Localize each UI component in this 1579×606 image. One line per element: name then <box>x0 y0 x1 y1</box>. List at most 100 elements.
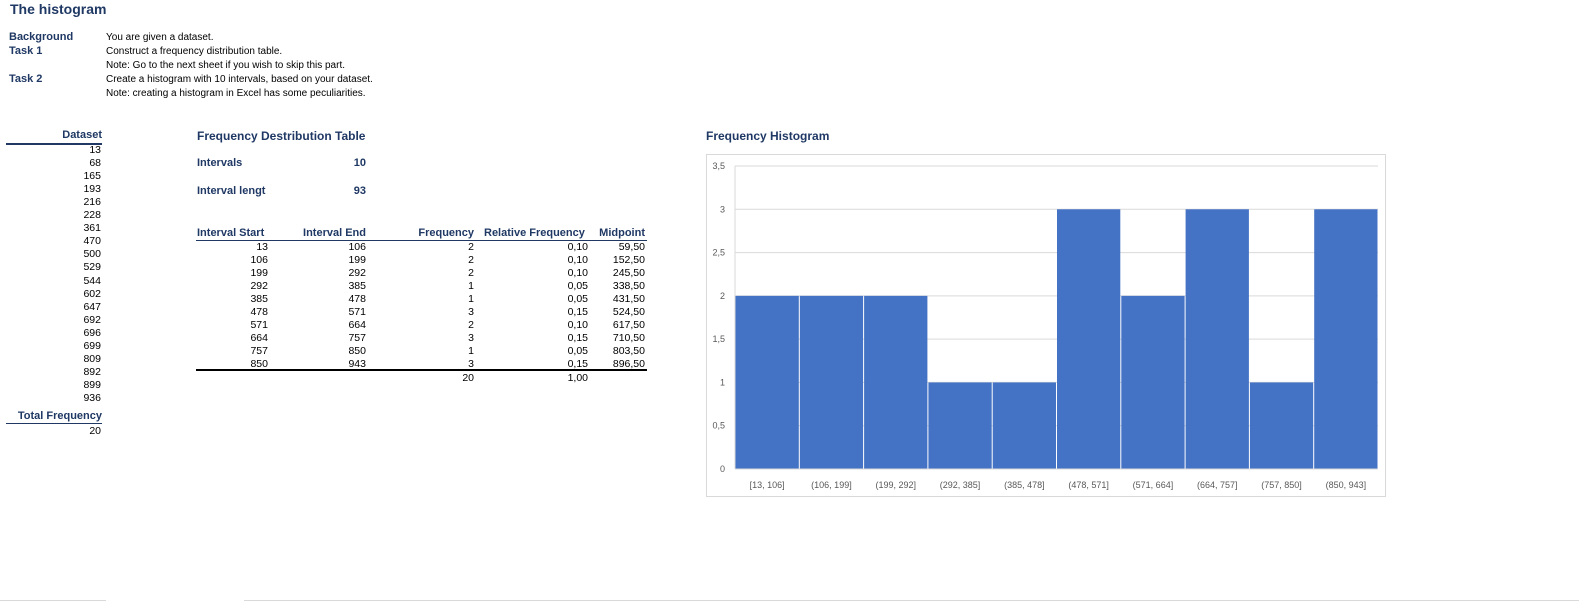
dataset-value: 13 <box>89 144 101 156</box>
x-tick-label: (385, 478] <box>1004 480 1045 490</box>
cell-relative-frequency: 0,05 <box>567 293 588 305</box>
histogram-bar[interactable] <box>928 382 992 469</box>
col-header-frequency: Frequency <box>418 227 474 239</box>
cell-relative-frequency: 0,15 <box>567 306 588 318</box>
histogram-bar[interactable] <box>1314 209 1378 469</box>
y-tick-label: 1,5 <box>712 334 725 344</box>
dataset-value: 602 <box>83 287 101 300</box>
cell-interval-start: 757 <box>250 345 268 357</box>
dataset-value: 544 <box>83 274 101 287</box>
histogram-bar[interactable] <box>992 382 1056 469</box>
cell-relative-frequency: 0,05 <box>567 345 588 357</box>
histogram-bar[interactable] <box>1249 382 1314 469</box>
cell-midpoint: 338,50 <box>612 280 645 292</box>
dataset-value: 470 <box>83 235 101 248</box>
cell-relative-frequency: 0,10 <box>567 254 588 266</box>
x-tick-label: (757, 850] <box>1261 480 1302 490</box>
cell-relative-frequency: 0,10 <box>567 241 588 253</box>
cell-frequency: 2 <box>468 241 474 253</box>
y-tick-label: 0,5 <box>712 421 725 431</box>
cell-interval-start: 199 <box>250 267 268 279</box>
histogram-bar[interactable] <box>1057 209 1121 469</box>
cell-interval-end: 571 <box>348 306 366 318</box>
cell-midpoint: 431,50 <box>612 293 645 305</box>
cell-interval-end: 850 <box>348 345 366 357</box>
freq-total-relative: 1,00 <box>567 372 588 384</box>
cell-relative-frequency: 0,05 <box>567 280 588 292</box>
y-tick-label: 2,5 <box>712 248 725 258</box>
task2-note: Note: creating a histogram in Excel has … <box>106 88 366 99</box>
cell-interval-end: 385 <box>348 280 366 292</box>
dataset-value: 68 <box>89 157 101 170</box>
x-tick-label: [13, 106] <box>750 480 785 490</box>
col-header-interval-end: Interval End <box>303 227 366 239</box>
cell-midpoint: 617,50 <box>612 319 645 331</box>
task1-note: Note: Go to the next sheet if you wish t… <box>106 60 346 71</box>
cell-frequency: 2 <box>468 254 474 266</box>
chart-title: Frequency Histogram <box>706 129 830 143</box>
histogram-bar[interactable] <box>799 295 864 469</box>
x-tick-label: (199, 292] <box>875 480 916 490</box>
x-tick-label: (106, 199] <box>811 480 852 490</box>
cell-interval-end: 106 <box>348 241 366 253</box>
histogram-bar[interactable] <box>1185 209 1249 469</box>
dataset-value: 699 <box>83 339 101 352</box>
task2-text: Create a histogram with 10 intervals, ba… <box>106 74 373 85</box>
cell-midpoint: 803,50 <box>612 345 645 357</box>
y-tick-label: 3,5 <box>712 161 725 171</box>
interval-length-label: Interval lengt <box>197 185 266 197</box>
histogram-bar[interactable] <box>735 295 799 469</box>
cell-interval-start: 292 <box>250 280 268 292</box>
intervals-label: Intervals <box>197 157 243 169</box>
x-tick-label: (664, 757] <box>1197 480 1238 490</box>
x-tick-label: (478, 571] <box>1068 480 1109 490</box>
cell-relative-frequency: 0,10 <box>567 319 588 331</box>
interval-length-value: 93 <box>353 185 366 197</box>
col-header-midpoint: Midpoint <box>599 227 645 239</box>
cell-interval-start: 13 <box>256 241 268 253</box>
histogram-bar[interactable] <box>864 295 928 469</box>
freq-table-bottom-border <box>196 369 647 371</box>
freq-total-frequency: 20 <box>462 372 474 384</box>
dataset-value: 500 <box>83 248 101 261</box>
cell-midpoint: 152,50 <box>612 254 645 266</box>
total-frequency-underline <box>6 423 102 424</box>
y-tick-label: 3 <box>720 204 725 214</box>
histogram-chart[interactable]: 0 0,5 1 1,5 2 2,5 3 3,5 [13, 106] (106, 199] (199,… <box>706 154 1386 497</box>
cell-frequency: 3 <box>468 332 474 344</box>
cell-interval-end: 292 <box>348 267 366 279</box>
dataset-value: 692 <box>83 313 101 326</box>
total-frequency-label: Total Frequency <box>17 410 102 422</box>
task1-label: Task 1 <box>9 45 43 57</box>
x-tick-label: (850, 943] <box>1326 480 1367 490</box>
cell-relative-frequency: 0,10 <box>567 267 588 279</box>
background-text: You are given a dataset. <box>106 32 214 43</box>
dataset-value: 647 <box>83 300 101 313</box>
total-frequency-value: 20 <box>89 425 101 437</box>
cell-interval-start: 385 <box>250 293 268 305</box>
col-header-interval-start: Interval Start <box>197 227 265 239</box>
dataset-value: 696 <box>83 326 101 339</box>
freq-table-title: Frequency Destribution Table <box>197 129 366 143</box>
x-tick-label: (571, 664] <box>1133 480 1174 490</box>
dataset-value: 361 <box>83 222 101 235</box>
histogram-bar[interactable] <box>1121 295 1185 469</box>
cell-interval-end: 757 <box>348 332 366 344</box>
background-label: Background <box>9 31 74 43</box>
cell-frequency: 1 <box>468 345 474 357</box>
cell-interval-start: 664 <box>250 332 268 344</box>
cell-interval-start: 106 <box>250 254 268 266</box>
dataset-value: 193 <box>83 183 101 196</box>
spreadsheet-page: { "title": "The histogram", "instruction… <box>0 0 1579 606</box>
cell-interval-start: 571 <box>250 319 268 331</box>
cell-midpoint: 710,50 <box>612 332 645 344</box>
cell-midpoint: 524,50 <box>612 306 645 318</box>
cell-midpoint: 245,50 <box>612 267 645 279</box>
cell-interval-end: 664 <box>348 319 366 331</box>
cell-frequency: 2 <box>468 319 474 331</box>
task1-text: Construct a frequency distribution table… <box>106 46 283 57</box>
histogram-svg: 0 0,5 1 1,5 2 2,5 3 3,5 [13, 106] (106, 199] (199,… <box>712 161 1378 490</box>
col-header-relative-frequency: Relative Frequency <box>484 227 585 239</box>
cell-frequency: 1 <box>468 280 474 292</box>
y-tick-label: 2 <box>720 291 725 301</box>
